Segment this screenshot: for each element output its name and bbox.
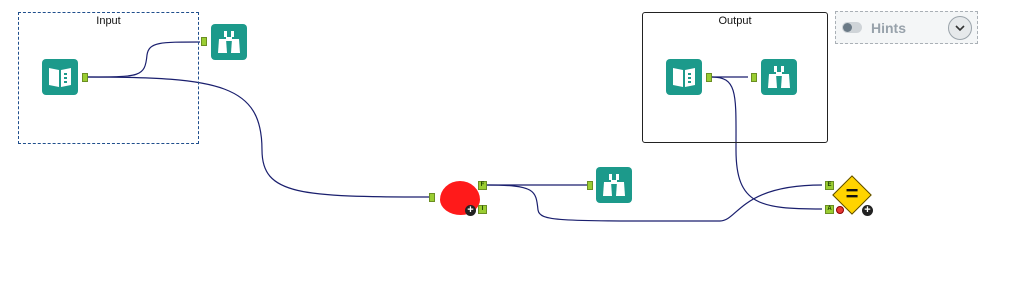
input-container-title: Input [96,15,121,27]
output-container-title: Output [718,15,752,27]
filter-add-icon[interactable]: + [465,205,476,216]
wire-filter-to-compare-e [485,184,823,222]
browse-tool-2[interactable] [761,59,797,95]
input-tool-output-anchor[interactable] [82,73,88,82]
hints-panel: Hints [835,11,978,44]
workflow-canvas[interactable]: Input Output + F I E A = + Hints [0,0,1020,307]
binoculars-icon [768,66,790,88]
toggle-icon [843,23,852,32]
binoculars-icon [603,174,625,196]
compare-e-anchor[interactable]: E [825,181,834,190]
filter-false-anchor[interactable]: I [478,205,487,214]
compare-add-icon[interactable]: + [862,205,873,216]
browse-tool-3[interactable] [596,167,632,203]
book-output-icon [673,68,695,87]
browse1-input-anchor[interactable] [201,37,207,46]
binoculars-icon [218,31,240,53]
output-data-tool[interactable] [666,59,702,95]
book-input-icon [49,68,71,87]
chevron-down-icon [955,25,965,32]
browse-tool-1[interactable] [211,24,247,60]
hints-toggle[interactable] [842,22,862,33]
input-data-tool[interactable] [42,59,78,95]
filter-true-anchor[interactable]: F [478,181,487,190]
browse3-input-anchor[interactable] [587,181,593,190]
output-tool-output-anchor[interactable] [706,73,712,82]
equals-diamond-icon: = [845,181,859,206]
compare-a-anchor[interactable]: A [825,205,834,214]
browse2-input-anchor[interactable] [751,73,757,82]
filter-input-anchor[interactable] [429,193,435,202]
hints-label: Hints [871,19,906,36]
hints-expand-button[interactable] [948,16,972,40]
